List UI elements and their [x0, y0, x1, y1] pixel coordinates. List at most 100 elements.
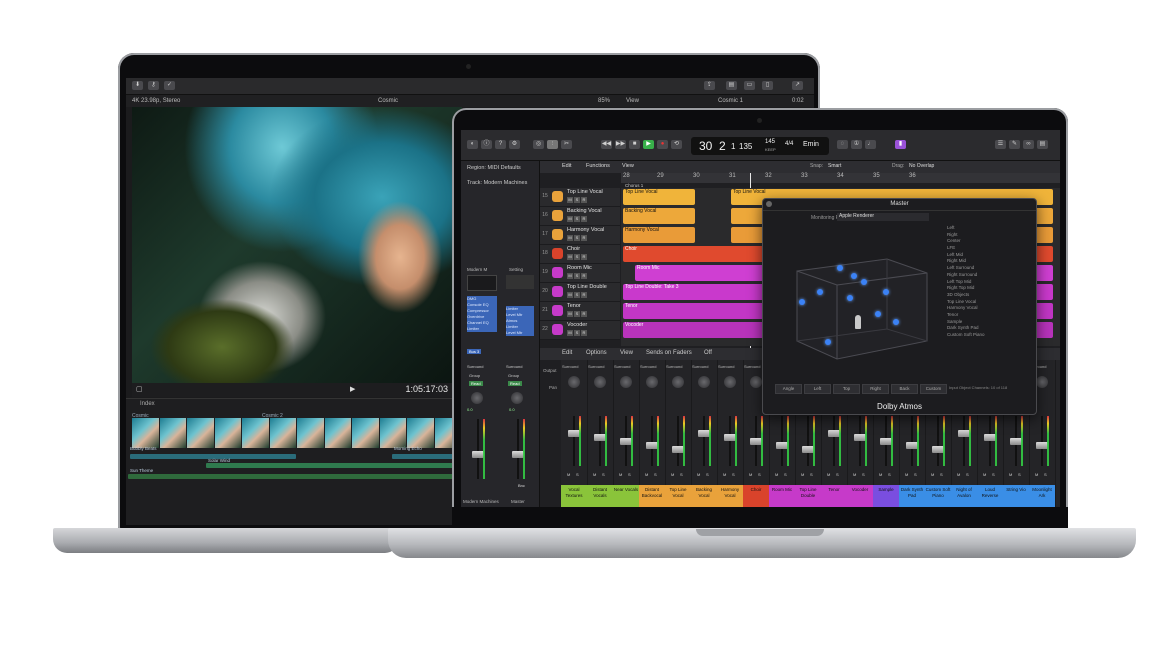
solo-button[interactable]: S	[940, 472, 943, 477]
edit-menu[interactable]: Edit	[562, 163, 571, 169]
channel-item[interactable]: LFE	[947, 245, 1033, 252]
channel-item[interactable]: Left Surround	[947, 265, 1033, 272]
mixer-icon[interactable]: ⫶	[547, 140, 558, 149]
solo-button[interactable]: S	[836, 472, 839, 477]
pan-knob[interactable]	[568, 376, 580, 388]
output-slot[interactable]: Surround	[467, 364, 483, 369]
loop-browser-icon[interactable]: ∞	[1023, 140, 1034, 149]
eq-thumbnail[interactable]	[467, 275, 497, 291]
solo-button[interactable]: S	[574, 330, 580, 336]
mute-button[interactable]: M	[723, 472, 726, 477]
pan-knob[interactable]	[724, 376, 736, 388]
mute-button[interactable]: M	[567, 273, 573, 279]
inspector-toggle-icon[interactable]: ▯	[762, 81, 773, 90]
pan-knob[interactable]	[672, 376, 684, 388]
record-icon[interactable]: ●	[657, 140, 668, 149]
solo-button[interactable]: S	[628, 472, 631, 477]
mute-button[interactable]: M	[567, 292, 573, 298]
channel-item[interactable]: Center	[947, 238, 1033, 245]
group-slot[interactable]: Group	[469, 373, 480, 378]
dolby-atmos-panel[interactable]: Master Monitoring Format: Apple Renderer…	[762, 198, 1037, 415]
play-icon[interactable]: ▶	[643, 140, 654, 149]
mute-button[interactable]: M	[879, 472, 882, 477]
channel-item[interactable]: Left	[947, 225, 1033, 232]
zoom-menu[interactable]: 85%	[598, 95, 610, 107]
solo-button[interactable]: S	[1018, 472, 1021, 477]
rewind-icon[interactable]: ◀◀	[601, 140, 612, 149]
audio-clip[interactable]	[128, 474, 462, 479]
channel-item[interactable]: Right Top Mid	[947, 285, 1033, 292]
audio-region[interactable]: Top Line Vocal	[623, 189, 695, 205]
record-enable-button[interactable]: R	[581, 197, 587, 203]
tab-angle[interactable]: Angle	[775, 384, 802, 394]
channel-item[interactable]: Top Line Vocal	[947, 299, 1033, 306]
solo-button[interactable]: S	[862, 472, 865, 477]
channel-strip[interactable]: Surround M S Distant Vocals	[587, 360, 614, 507]
track-header[interactable]: 16 Backing Vocal MSR	[540, 207, 620, 226]
solo-button[interactable]: S	[680, 472, 683, 477]
solo-button[interactable]: S	[574, 292, 580, 298]
automation-read[interactable]: Read	[469, 381, 483, 386]
sends-on-faders-select[interactable]: Off	[704, 350, 712, 356]
pan-knob[interactable]	[620, 376, 632, 388]
audio-object[interactable]	[893, 319, 899, 325]
mute-button[interactable]: M	[567, 197, 573, 203]
mute-button[interactable]: M	[1009, 472, 1012, 477]
mute-button[interactable]: M	[567, 472, 570, 477]
master-volume-icon[interactable]: ▮	[895, 140, 906, 149]
channel-item[interactable]: Harmony Vocal	[947, 305, 1033, 312]
solo-button[interactable]: S	[576, 472, 579, 477]
mute-button[interactable]: M	[1035, 472, 1038, 477]
mixer-view-menu[interactable]: View	[620, 350, 633, 356]
channel-item[interactable]: Tenor	[947, 312, 1033, 319]
audio-object[interactable]	[837, 265, 843, 271]
solo-button[interactable]: S	[888, 472, 891, 477]
solo-button[interactable]: S	[574, 216, 580, 222]
export-icon[interactable]: ↗	[792, 81, 803, 90]
video-filmstrip[interactable]	[132, 418, 462, 448]
bounce-button[interactable]: Bnc	[518, 483, 525, 488]
video-viewer[interactable]	[132, 107, 462, 383]
mute-button[interactable]: M	[671, 472, 674, 477]
audio-object[interactable]	[825, 339, 831, 345]
mute-button[interactable]: M	[957, 472, 960, 477]
channel-item[interactable]: Right Surround	[947, 272, 1033, 279]
mute-button[interactable]: M	[645, 472, 648, 477]
audio-object[interactable]	[861, 279, 867, 285]
index-button[interactable]: Index	[140, 401, 155, 407]
output-slot[interactable]: Surround	[692, 364, 708, 369]
output-slot[interactable]: Surround	[562, 364, 578, 369]
output-slot[interactable]: Surround	[640, 364, 656, 369]
tab-left[interactable]: Left	[804, 384, 831, 394]
tab-custom[interactable]: Custom	[920, 384, 947, 394]
channel-strip[interactable]: Surround M S Near Vocals	[613, 360, 640, 507]
channel-item[interactable]: Right	[947, 232, 1033, 239]
channel-item[interactable]: Dark Synth Pad	[947, 325, 1033, 332]
pan-knob[interactable]	[471, 392, 483, 404]
mute-button[interactable]: M	[801, 472, 804, 477]
tuner-icon[interactable]: ◌	[837, 140, 848, 149]
track-header[interactable]: 21 Tenor MSR	[540, 302, 620, 321]
mute-button[interactable]: M	[567, 254, 573, 260]
audio-object[interactable]	[799, 299, 805, 305]
transform-icon[interactable]: ▢	[136, 385, 143, 393]
mute-button[interactable]: M	[749, 472, 752, 477]
channel-item[interactable]: Right Mid	[947, 258, 1033, 265]
pan-knob[interactable]	[1036, 376, 1048, 388]
mute-button[interactable]: M	[593, 472, 596, 477]
output-slot[interactable]: Surround	[666, 364, 682, 369]
mute-button[interactable]: M	[905, 472, 908, 477]
pan-knob[interactable]	[750, 376, 762, 388]
mute-button[interactable]: M	[853, 472, 856, 477]
channel-strip[interactable]: Surround M S Top Line Vocal	[665, 360, 692, 507]
track-inspector-label[interactable]: Track: Modern Machines	[467, 180, 527, 186]
pan-knob[interactable]	[698, 376, 710, 388]
channel-strip-setting[interactable]: Setting	[509, 267, 523, 272]
solo-button[interactable]: S	[732, 472, 735, 477]
browser-icon[interactable]: ▤	[1037, 140, 1048, 149]
toolbar-toggle-icon[interactable]: ⚙	[509, 140, 520, 149]
solo-button[interactable]: S	[706, 472, 709, 477]
track-header[interactable]: 22 Vocoder MSR	[540, 321, 620, 340]
track-header[interactable]: 15 Top Line Vocal MSR	[540, 188, 620, 207]
channel-item[interactable]: Sample	[947, 319, 1033, 326]
